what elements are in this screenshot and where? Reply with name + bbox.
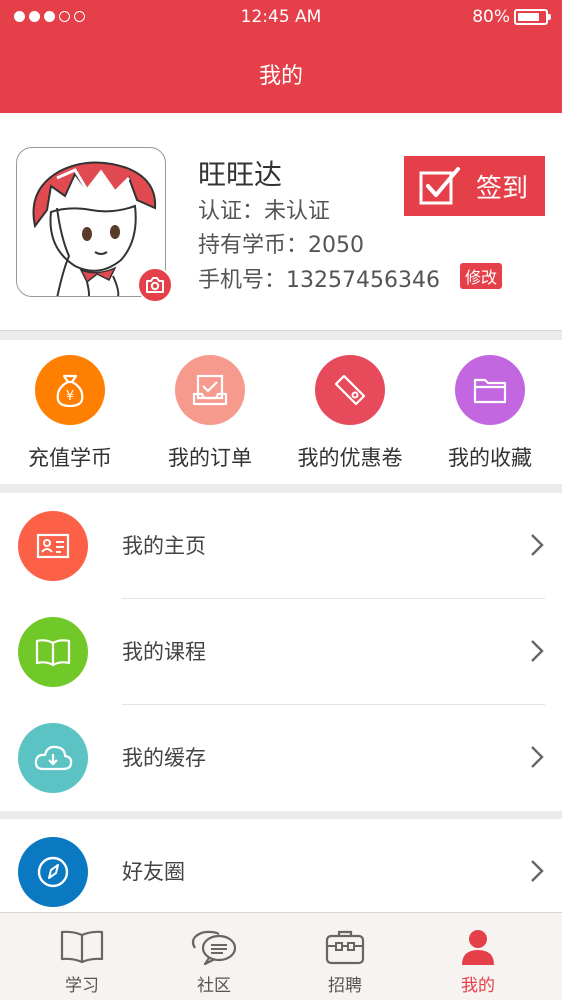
change-avatar-button[interactable] (137, 267, 173, 303)
tab-study[interactable]: 学习 (12, 913, 152, 1000)
camera-icon (146, 277, 164, 293)
chevron-right-icon (531, 746, 544, 768)
edit-phone-button[interactable]: 修改 (460, 263, 503, 289)
battery-icon (514, 9, 551, 25)
menu-item-cache[interactable]: 我的缓存 (0, 705, 562, 811)
menu-item-friends[interactable]: 好友圈 (0, 819, 562, 912)
coupon-tag-icon (315, 355, 385, 425)
quick-action-label: 我的收藏 (448, 446, 532, 470)
folder-icon (455, 355, 525, 425)
chat-bubbles-icon (189, 927, 239, 967)
menu-item-label: 我的课程 (122, 640, 206, 664)
nav-bar: 我的 (0, 36, 562, 113)
open-book-icon (18, 617, 88, 687)
money-bag-icon: ¥ (35, 355, 105, 425)
chevron-right-icon (531, 860, 544, 882)
profile-card: 旺旺达 认证：未认证 持有学币：2050 手机号：13257456346 修改 … (0, 113, 562, 331)
chevron-right-icon (531, 640, 544, 662)
checkbox-checked-icon (419, 167, 460, 205)
menu-item-homepage[interactable]: 我的主页 (0, 493, 562, 599)
quick-actions: ¥ 充值学币 我的订单 我的优惠卷 我的收藏 (0, 340, 562, 484)
phone-number: 手机号：13257456346 (198, 268, 440, 293)
tab-label: 我的 (461, 976, 495, 996)
menu-item-label: 我的主页 (122, 534, 206, 558)
quick-action-recharge[interactable]: ¥ 充值学币 (0, 340, 140, 484)
profile-card-icon (18, 511, 88, 581)
tab-label: 招聘 (328, 976, 362, 996)
certification-status: 认证：未认证 (198, 199, 331, 224)
status-bar: 12:45 AM 80% (0, 0, 562, 36)
person-icon (453, 927, 503, 967)
menu-group-social: 好友圈 (0, 819, 562, 912)
quick-action-favorites[interactable]: 我的收藏 (420, 340, 560, 484)
menu-group-personal: 我的主页 我的课程 我的缓存 (0, 493, 562, 811)
tab-label: 社区 (197, 976, 231, 996)
book-icon (57, 927, 107, 967)
battery-percent: 80% (472, 7, 510, 27)
tab-mine[interactable]: 我的 (408, 913, 548, 1000)
cloud-download-icon (18, 723, 88, 793)
battery-indicator: 80% (472, 7, 551, 27)
quick-action-coupons[interactable]: 我的优惠卷 (280, 340, 420, 484)
username: 旺旺达 (198, 158, 283, 191)
chevron-right-icon (531, 534, 544, 556)
menu-item-courses[interactable]: 我的课程 (0, 599, 562, 705)
quick-action-label: 我的优惠卷 (297, 446, 403, 470)
quick-action-label: 我的订单 (168, 446, 252, 470)
menu-item-label: 好友圈 (122, 860, 185, 884)
quick-action-label: 充值学币 (28, 446, 112, 470)
svg-text:¥: ¥ (66, 389, 74, 404)
coin-balance: 持有学币：2050 (198, 233, 364, 258)
briefcase-icon (320, 927, 370, 967)
page-title: 我的 (258, 64, 303, 89)
quick-action-orders[interactable]: 我的订单 (140, 340, 280, 484)
menu-item-label: 我的缓存 (122, 746, 206, 770)
signin-label: 签到 (476, 173, 529, 204)
tab-jobs[interactable]: 招聘 (275, 913, 415, 1000)
tab-label: 学习 (65, 976, 99, 996)
tab-bar: 学习 社区 招聘 我的 (0, 912, 562, 1000)
compass-icon (18, 837, 88, 907)
tab-community[interactable]: 社区 (144, 913, 284, 1000)
order-box-icon (175, 355, 245, 425)
signin-button[interactable]: 签到 (404, 156, 545, 216)
